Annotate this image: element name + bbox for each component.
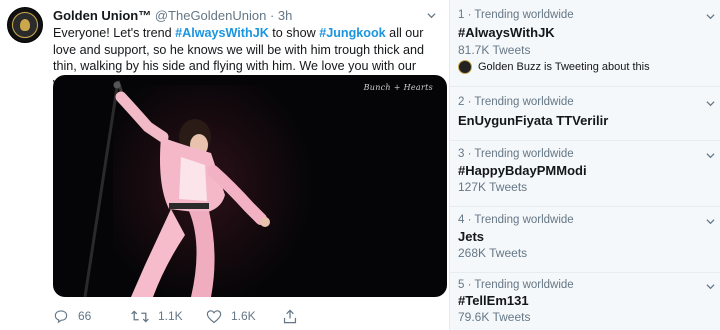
like-button[interactable]: 1.6K xyxy=(206,307,256,325)
reply-icon xyxy=(54,309,68,323)
trend-item-2[interactable]: 2 · Trending worldwide EnUygunFiyata TTV… xyxy=(450,87,720,141)
header-separator: · xyxy=(269,8,275,23)
like-count: 1.6K xyxy=(231,309,256,323)
share-button[interactable] xyxy=(283,307,306,325)
share-icon xyxy=(283,308,297,323)
author-avatar[interactable] xyxy=(7,7,43,43)
trend-item-3[interactable]: 3 · Trending worldwide #HappyBdayPMModi … xyxy=(450,141,720,207)
chevron-down-icon[interactable] xyxy=(706,12,715,21)
heart-icon xyxy=(206,309,222,323)
trend-meta: 1 · Trending worldwide xyxy=(458,9,574,21)
tweet-text-part-1: Everyone! Let's trend xyxy=(53,26,176,40)
tweet-timestamp[interactable]: 3h xyxy=(278,8,292,23)
context-avatar xyxy=(458,60,472,74)
trend-meta: 4 · Trending worldwide xyxy=(458,214,574,226)
tweet-header: Golden Union™ @TheGoldenUnion · 3h xyxy=(53,8,292,23)
retweet-icon xyxy=(131,309,149,323)
trend-meta: 5 · Trending worldwide xyxy=(458,279,574,291)
trend-item-1[interactable]: 1 · Trending worldwide #AlwaysWithJK 81.… xyxy=(450,0,720,87)
trend-tweet-count: 268K Tweets xyxy=(458,246,528,260)
tweet-text-part-2: to show xyxy=(268,26,320,40)
trend-title: Jets xyxy=(458,229,485,244)
trends-panel: 1 · Trending worldwide #AlwaysWithJK 81.… xyxy=(450,0,720,330)
reply-count: 66 xyxy=(78,309,92,323)
trend-tweet-count: 79.6K Tweets xyxy=(458,310,531,324)
trend-context: Golden Buzz is Tweeting about this xyxy=(458,60,650,74)
chevron-down-icon[interactable] xyxy=(427,11,436,20)
chevron-down-icon[interactable] xyxy=(706,151,715,160)
trend-title: #AlwaysWithJK xyxy=(458,25,555,40)
tweet-actions: 66 1.1K 1.6K xyxy=(53,307,433,325)
trend-title: EnUygunFiyata TTVerilir xyxy=(458,113,609,128)
chevron-down-icon[interactable] xyxy=(706,217,715,226)
retweet-count: 1.1K xyxy=(158,309,183,323)
trend-tweet-count: 81.7K Tweets xyxy=(458,43,531,57)
author-name[interactable]: Golden Union™ xyxy=(53,8,151,23)
trend-context-text: Golden Buzz is Tweeting about this xyxy=(478,61,650,73)
retweet-button[interactable]: 1.1K xyxy=(131,307,183,325)
reply-button[interactable]: 66 xyxy=(53,307,91,325)
author-handle[interactable]: @TheGoldenUnion xyxy=(155,8,266,23)
trend-tweet-count: 127K Tweets xyxy=(458,180,528,194)
chevron-down-icon[interactable] xyxy=(706,99,715,108)
hashtag-jungkook[interactable]: #Jungkook xyxy=(319,26,385,40)
performer-illustration xyxy=(83,80,270,297)
tweet-card[interactable]: Golden Union™ @TheGoldenUnion · 3h Every… xyxy=(0,0,449,330)
trend-title: #HappyBdayPMModi xyxy=(458,163,587,178)
trend-item-5[interactable]: 5 · Trending worldwide #TellEm131 79.6K … xyxy=(450,273,720,330)
trend-item-4[interactable]: 4 · Trending worldwide Jets 268K Tweets xyxy=(450,207,720,273)
avatar-logo-mark xyxy=(20,19,30,31)
trend-title: #TellEm131 xyxy=(458,293,529,308)
media-watermark: Bunch + Hearts xyxy=(363,83,433,92)
trend-meta: 3 · Trending worldwide xyxy=(458,148,574,160)
tweet-media-image[interactable]: Bunch + Hearts xyxy=(53,75,447,297)
hashtag-alwayswithjk[interactable]: #AlwaysWithJK xyxy=(175,26,269,40)
trend-meta: 2 · Trending worldwide xyxy=(458,96,574,108)
chevron-down-icon[interactable] xyxy=(706,282,715,291)
